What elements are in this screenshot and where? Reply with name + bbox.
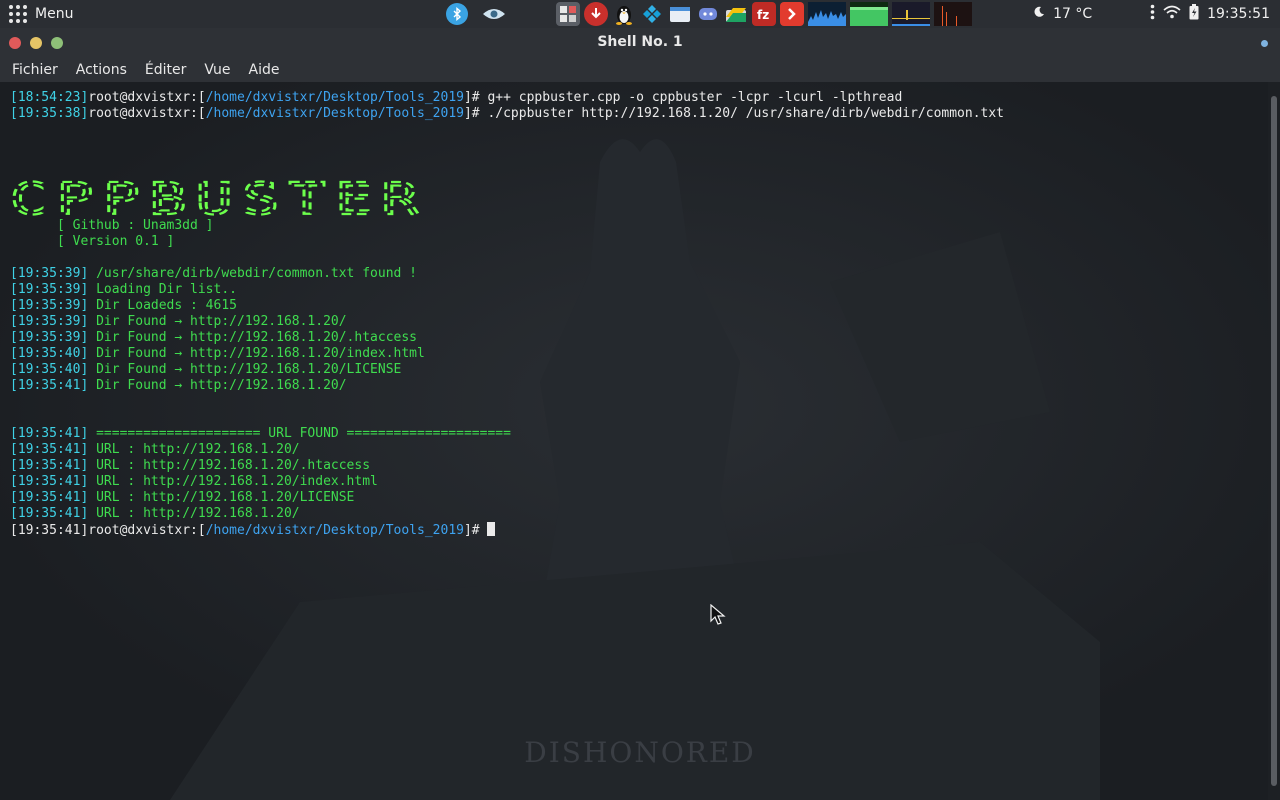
url-line: [19:35:41] URL : http://192.168.1.20/ (10, 442, 300, 457)
calculator-icon[interactable] (556, 2, 580, 26)
terminal-window: Shell No. 1 Fichier Actions Éditer Vue A… (0, 28, 1280, 800)
kebab-menu-icon[interactable] (1150, 4, 1155, 24)
prompt-line: [19:35:41]root@dxvistxr:[/home/dxvistxr/… (10, 522, 496, 538)
menu-label: Menu (35, 6, 74, 22)
cpu-monitor[interactable] (808, 2, 846, 26)
log-line: [19:35:39] Dir Found → http://192.168.1.… (10, 330, 418, 345)
log-line: [19:35:40] Dir Found → http://192.168.1.… (10, 362, 402, 377)
log-line: [19:35:41] Dir Found → http://192.168.1.… (10, 378, 347, 393)
filezilla-icon[interactable]: fz (752, 2, 776, 26)
text-cursor (487, 522, 496, 536)
window-title: Shell No. 1 (597, 34, 683, 50)
eye-icon[interactable] (482, 2, 506, 26)
mem-monitor[interactable] (850, 2, 888, 26)
system-tray: fz (446, 2, 976, 26)
menu-fichier[interactable]: Fichier (12, 62, 58, 78)
ascii-banner: CPPBUSTER (10, 176, 428, 222)
terminal-scrollbar[interactable] (1268, 82, 1280, 800)
log-line: [19:35:39] Dir Loadeds : 4615 (10, 298, 237, 313)
version-info: [ Version 0.1 ] (10, 234, 175, 249)
weather-label[interactable]: 17 °C (1053, 6, 1092, 22)
wallpaper-logo-text: DISHONORED (524, 736, 756, 769)
wifi-icon[interactable] (1163, 5, 1181, 23)
menu-aide[interactable]: Aide (249, 62, 280, 78)
app-grid-icon (8, 5, 27, 23)
drive-icon[interactable] (724, 2, 748, 26)
url-line: [19:35:41] URL : http://192.168.1.20/ (10, 506, 300, 521)
menu-editer[interactable]: Éditer (145, 62, 186, 78)
log-line: [19:35:39] /usr/share/dirb/webdir/common… (10, 266, 418, 281)
discord-icon[interactable] (696, 2, 720, 26)
scrollbar-thumb[interactable] (1271, 96, 1277, 786)
svg-text:fz: fz (757, 8, 769, 22)
panel-status-area: 17 °C 19:35:51 (1033, 4, 1270, 24)
log-line: [19:35:39] Loading Dir list.. (10, 282, 237, 297)
anydesk-icon[interactable] (780, 2, 804, 26)
menu-vue[interactable]: Vue (204, 62, 230, 78)
mouse-pointer-icon (710, 604, 726, 625)
menu-actions[interactable]: Actions (76, 62, 127, 78)
command-line-2: [19:35:38]root@dxvistxr:[/home/dxvistxr/… (10, 106, 1005, 121)
net-monitor[interactable] (892, 2, 930, 26)
kodi-icon[interactable] (640, 2, 664, 26)
terminal-lines: [18:54:23]root@dxvistxr:[/home/dxvistxr/… (10, 82, 1004, 538)
url-line: [19:35:41] URL : http://192.168.1.20/ind… (10, 474, 378, 489)
top-panel: Menu fz 17 °C 19:35:51 (0, 0, 1280, 28)
url-found-header: [19:35:41] ===================== URL FOU… (10, 426, 511, 441)
svg-text:CPPBUSTER: CPPBUSTER (10, 176, 428, 222)
download-icon[interactable] (584, 2, 608, 26)
files-icon[interactable] (668, 2, 692, 26)
log-line: [19:35:40] Dir Found → http://192.168.1.… (10, 346, 425, 361)
terminal-output[interactable]: DISHONORED [18:54:23]root@dxvistxr:[/hom… (0, 82, 1268, 800)
url-line: [19:35:41] URL : http://192.168.1.20/LIC… (10, 490, 355, 505)
load-monitor[interactable] (934, 2, 972, 26)
bluetooth-icon[interactable] (446, 3, 468, 25)
command-line-1: [18:54:23]root@dxvistxr:[/home/dxvistxr/… (10, 90, 903, 105)
menu-bar: Fichier Actions Éditer Vue Aide (0, 58, 1280, 82)
window-indicator-dot (1261, 40, 1268, 47)
app-menu-button[interactable]: Menu (8, 4, 73, 24)
log-line: [19:35:39] Dir Found → http://192.168.1.… (10, 314, 347, 329)
url-line: [19:35:41] URL : http://192.168.1.20/.ht… (10, 458, 371, 473)
linux-icon[interactable] (612, 2, 636, 26)
clock[interactable]: 19:35:51 (1207, 6, 1270, 22)
moon-icon (1033, 6, 1045, 22)
battery-icon[interactable] (1189, 4, 1199, 24)
title-bar[interactable]: Shell No. 1 (0, 28, 1280, 58)
